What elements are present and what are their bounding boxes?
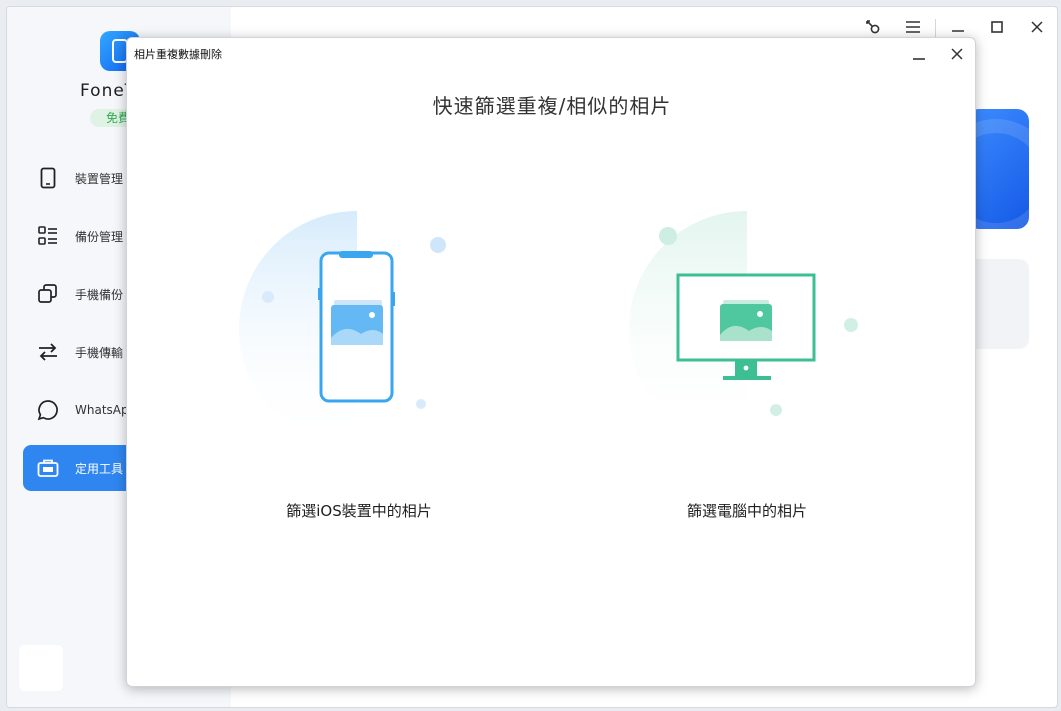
- close-icon[interactable]: [1027, 17, 1047, 37]
- sidebar-item-label: 手機傳輸: [75, 345, 124, 360]
- dialog-title: 相片重複數據刪除: [134, 48, 222, 61]
- key-icon[interactable]: [863, 17, 883, 37]
- scan-ios-device-option[interactable]: 篩選iOS裝置中的相片: [229, 208, 489, 528]
- chat-icon: [37, 399, 59, 421]
- option-label: 篩選電腦中的相片: [686, 502, 807, 520]
- page-title: 快速篩選重複/相似的相片: [432, 94, 672, 118]
- copy-icon: [37, 283, 59, 305]
- list-icon: [37, 225, 59, 247]
- option-label: 篩選iOS裝置中的相片: [286, 502, 432, 520]
- menu-icon[interactable]: [903, 17, 923, 37]
- scan-computer-option[interactable]: 篩選電腦中的相片: [617, 208, 877, 528]
- iphone-photos-icon: [239, 211, 446, 447]
- phone-icon: [37, 167, 59, 189]
- toolbox-icon: [37, 457, 59, 479]
- duplicate-photos-dialog: 相片重複數據刪除 快速篩選重複/相似的相片 篩選iOS裝置中的相片 篩選電腦中的…: [126, 37, 976, 687]
- close-icon[interactable]: [947, 44, 967, 64]
- transfer-icon: [37, 341, 59, 363]
- minimize-icon[interactable]: [948, 17, 968, 37]
- minimize-icon[interactable]: [909, 46, 929, 64]
- sidebar-footer-card: [19, 645, 63, 691]
- sidebar-item-label: 備份管理: [75, 229, 124, 244]
- sidebar-item-label: 手機備份: [75, 287, 124, 302]
- sidebar-item-label: 裝置管理: [75, 171, 124, 186]
- monitor-photos-icon: [629, 211, 858, 447]
- divider: [935, 19, 936, 37]
- promo-banner[interactable]: [967, 109, 1029, 229]
- maximize-icon[interactable]: [987, 17, 1007, 37]
- sidebar-item-label: 定用工具: [75, 461, 124, 476]
- feature-card[interactable]: [967, 259, 1029, 349]
